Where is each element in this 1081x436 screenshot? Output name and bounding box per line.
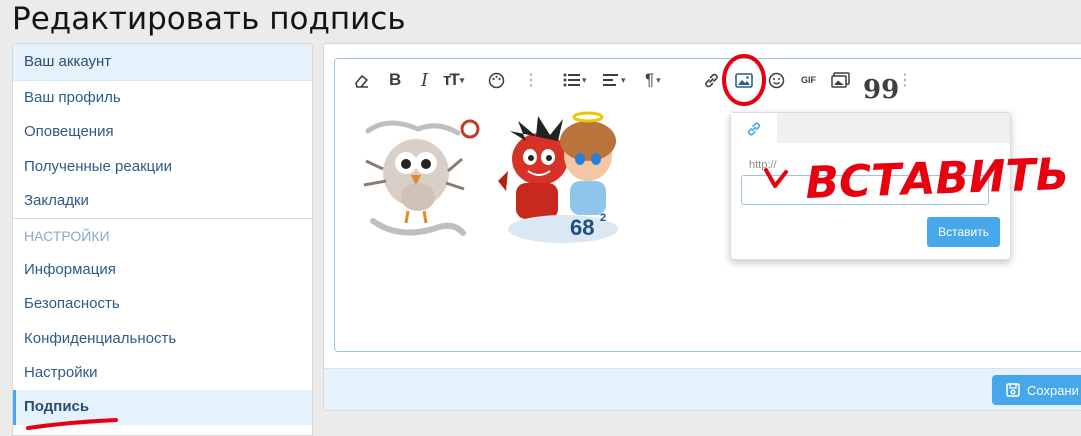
image-url-input[interactable] [741, 175, 989, 205]
sidebar-item-preferences[interactable]: Настройки [13, 356, 312, 390]
eraser-icon[interactable] [353, 69, 370, 91]
paragraph-icon[interactable]: ¶ ▾ [645, 69, 661, 91]
sidebar-header[interactable]: Ваш аккаунт [13, 44, 312, 81]
sidebar-item-security[interactable]: Безопасность [13, 287, 312, 321]
signature-images: 68 2 [363, 111, 618, 243]
insert-button[interactable]: Вставить [927, 217, 1000, 247]
sidebar-item-privacy[interactable]: Конфиденциальность [13, 322, 312, 356]
page-title: Редактировать подпись [12, 1, 406, 37]
quote-icon[interactable]: 99 [863, 69, 899, 105]
list-icon[interactable]: ▾ [563, 69, 587, 91]
link-icon [748, 122, 760, 135]
media-icon[interactable] [831, 69, 850, 91]
link-icon[interactable] [703, 69, 720, 91]
image-icon[interactable] [735, 69, 753, 91]
sticker-badge-text: 68 [570, 215, 594, 240]
save-icon [1006, 383, 1020, 397]
owl-sticker-image [363, 119, 480, 236]
sidebar-section-settings: НАСТРОЙКИ [24, 228, 110, 245]
sidebar-item-profile[interactable]: Ваш профиль [13, 81, 312, 115]
sticker-badge-superscript: 2 [600, 212, 606, 224]
more-icon[interactable]: ⋮ [523, 69, 539, 91]
bold-icon[interactable]: B [389, 69, 401, 91]
sidebar-item-information[interactable]: Информация [13, 253, 312, 287]
text-size-icon[interactable]: тT ▾ [443, 69, 464, 91]
save-button-label: Сохрани [1027, 382, 1079, 398]
sidebar-item-signature[interactable]: Подпись [13, 390, 312, 425]
gif-icon[interactable]: GIF [801, 69, 816, 91]
italic-icon[interactable]: I [421, 69, 428, 91]
editor-toolbar: B I тT ▾ ⋮ ▾ ▾ ¶ ▾ GIF 99 ⋮ [335, 59, 1081, 105]
devil-angel-sticker-image: 68 2 [498, 111, 618, 243]
palette-icon[interactable] [488, 69, 505, 91]
align-icon[interactable]: ▾ [603, 69, 626, 91]
rich-text-editor[interactable]: B I тT ▾ ⋮ ▾ ▾ ¶ ▾ GIF 99 ⋮ 68 2 http://… [334, 58, 1081, 352]
sidebar-item-reactions[interactable]: Полученные реакции [13, 150, 312, 184]
account-sidebar: Ваш аккаунт Ваш профиль Оповещения Получ… [12, 43, 313, 436]
popup-tabs [731, 113, 1010, 144]
smiley-icon[interactable] [768, 69, 785, 91]
url-field-label: http:// [749, 159, 777, 171]
signature-panel: B I тT ▾ ⋮ ▾ ▾ ¶ ▾ GIF 99 ⋮ 68 2 http://… [323, 43, 1081, 411]
popup-tab-url[interactable] [731, 113, 777, 144]
sidebar-item-alerts[interactable]: Оповещения [13, 115, 312, 149]
more-icon[interactable]: ⋮ [897, 69, 913, 91]
form-footer: Сохрани [324, 368, 1081, 410]
sidebar-item-bookmarks[interactable]: Закладки [13, 184, 312, 218]
insert-image-popup: http:// Вставить [730, 112, 1011, 260]
save-button[interactable]: Сохрани [992, 375, 1081, 405]
